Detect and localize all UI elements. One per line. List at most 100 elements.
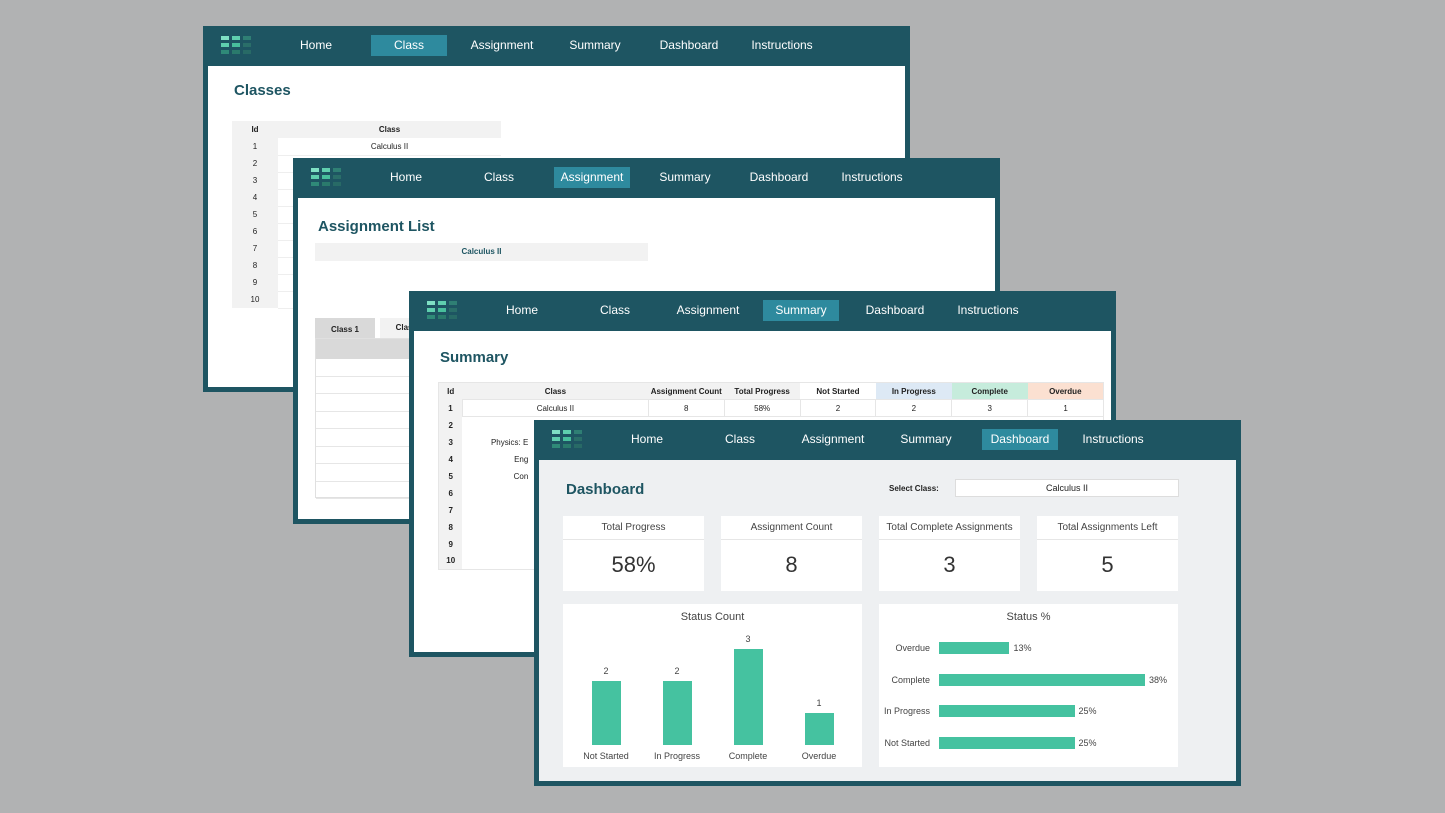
nav-assignment[interactable]: Assignment: [670, 300, 746, 321]
id-cell: 10: [232, 291, 278, 308]
id-cell: 5: [232, 206, 278, 223]
nav-class[interactable]: Class: [577, 300, 653, 321]
table-row: 1 Calculus II: [232, 138, 501, 156]
nav-summary[interactable]: Summary: [888, 429, 964, 450]
col-header: Not Started: [800, 382, 876, 400]
nav-bar: Home Class Assignment Summary Dashboard Instr…: [208, 26, 905, 66]
nav-home[interactable]: Home: [368, 167, 444, 188]
y-tick-label: Overdue: [895, 643, 930, 653]
nav-dashboard[interactable]: Dashboard: [982, 429, 1058, 450]
kpi-label: Assignment Count: [721, 516, 862, 540]
kpi-value: 8: [785, 552, 798, 577]
id-cell: 4: [438, 450, 463, 468]
id-cell: 6: [232, 223, 278, 240]
nav-assignment[interactable]: Assignment: [554, 167, 630, 188]
col-header: In Progress: [875, 382, 952, 400]
chart-title: Status Count: [680, 611, 745, 623]
nav-class[interactable]: Class: [702, 429, 778, 450]
nav-assignment[interactable]: Assignment: [464, 35, 540, 56]
kpi-card: Total Assignments Left 5: [1037, 516, 1178, 591]
kpi-label: Total Assignments Left: [1037, 516, 1178, 540]
x-tick-label: Overdue: [801, 751, 837, 761]
bar-overdue: [805, 713, 834, 745]
bar-in-progress: [663, 681, 692, 745]
selected-class[interactable]: Calculus II: [315, 243, 648, 261]
col-header: Class: [378, 125, 401, 134]
nav-home[interactable]: Home: [609, 429, 685, 450]
data-label: 25%: [1078, 706, 1097, 717]
nav-summary[interactable]: Summary: [557, 35, 633, 56]
id-cell: 2: [438, 416, 463, 434]
cell[interactable]: 58%: [723, 399, 801, 417]
cell[interactable]: Calculus II: [461, 399, 649, 417]
id-cell: 4: [232, 189, 278, 206]
col-header: Overdue: [1027, 382, 1104, 400]
nav-home[interactable]: Home: [278, 35, 354, 56]
id-cell: 9: [438, 535, 463, 553]
nav-instructions[interactable]: Instructions: [1075, 429, 1151, 450]
tab-class-1[interactable]: Class 1: [315, 318, 375, 340]
nav-summary[interactable]: Summary: [763, 300, 839, 321]
bar-not-started: [939, 736, 1075, 749]
nav-class[interactable]: Class: [371, 35, 447, 56]
id-cell: 3: [232, 172, 278, 189]
nav-dashboard[interactable]: Dashboard: [651, 35, 727, 56]
nav-dashboard[interactable]: Dashboard: [741, 167, 817, 188]
class-cell[interactable]: Calculus II: [278, 138, 501, 156]
col-header: Complete: [951, 382, 1028, 400]
nav-dashboard[interactable]: Dashboard: [857, 300, 933, 321]
cell[interactable]: 3: [951, 399, 1029, 417]
window-dashboard: Home Class Assignment Summary Dashboard Instr…: [534, 420, 1241, 786]
kpi-card: Total Progress 58%: [563, 516, 704, 591]
cell[interactable]: 1: [1027, 399, 1104, 417]
y-tick-label: In Progress: [883, 706, 930, 717]
id-cell: 5: [438, 467, 463, 485]
id-cell: 7: [232, 240, 278, 257]
col-header: Assignment Count: [648, 382, 725, 400]
y-tick-label: Complete: [891, 674, 930, 685]
id-cell: 10: [438, 552, 463, 570]
id-cell: 2: [232, 155, 278, 172]
nav-instructions[interactable]: Instructions: [744, 35, 820, 56]
col-header: Id: [438, 382, 463, 400]
logo-icon: [427, 301, 457, 321]
x-tick-label: In Progress: [653, 751, 701, 761]
kpi-card: Total Complete Assignments 3: [879, 516, 1020, 591]
cell[interactable]: 2: [875, 399, 953, 417]
chart-title: Status %: [1006, 611, 1051, 623]
nav-class[interactable]: Class: [461, 167, 537, 188]
id-cell: 3: [438, 433, 463, 451]
nav-bar: Home Class Assignment Summary Dashboard Instr…: [539, 420, 1236, 460]
kpi-value: 58%: [611, 552, 656, 577]
y-tick-label: Not Started: [884, 737, 930, 748]
data-label: 2: [674, 666, 680, 676]
kpi-card: Assignment Count 8: [721, 516, 862, 591]
data-label: 38%: [1148, 674, 1167, 685]
select-class-input[interactable]: Calculus II: [955, 479, 1179, 497]
cell[interactable]: 8: [647, 399, 725, 417]
status-count-chart: Status Count 2 Not Started 2 In Progress 3 Com…: [563, 604, 862, 767]
logo-icon: [311, 168, 341, 188]
page-title: Summary: [440, 349, 509, 366]
nav-instructions[interactable]: Instructions: [834, 167, 910, 188]
cell[interactable]: 2: [799, 399, 877, 417]
nav-home[interactable]: Home: [484, 300, 560, 321]
nav-summary[interactable]: Summary: [647, 167, 723, 188]
x-tick-label: Not Started: [583, 751, 629, 761]
col-header: Total Progress: [724, 382, 801, 400]
bar-complete: [734, 649, 763, 745]
data-label: 13%: [1013, 643, 1032, 653]
page-title: Classes: [234, 82, 291, 99]
id-cell: 8: [232, 257, 278, 274]
bar-in-progress: [939, 705, 1075, 718]
id-cell: 6: [438, 484, 463, 502]
id-cell: 1: [438, 399, 463, 417]
data-label: 1: [816, 698, 822, 708]
kpi-label: Total Complete Assignments: [879, 516, 1020, 540]
status-percent-chart: Status % Overdue 13% Complete 38% In Progress…: [879, 604, 1178, 767]
nav-instructions[interactable]: Instructions: [950, 300, 1026, 321]
table-row: 1 Calculus II 8 58% 2 2 3 1: [438, 399, 1104, 417]
col-header: Id: [251, 125, 259, 134]
x-tick-label: Complete: [728, 751, 768, 761]
nav-assignment[interactable]: Assignment: [795, 429, 871, 450]
